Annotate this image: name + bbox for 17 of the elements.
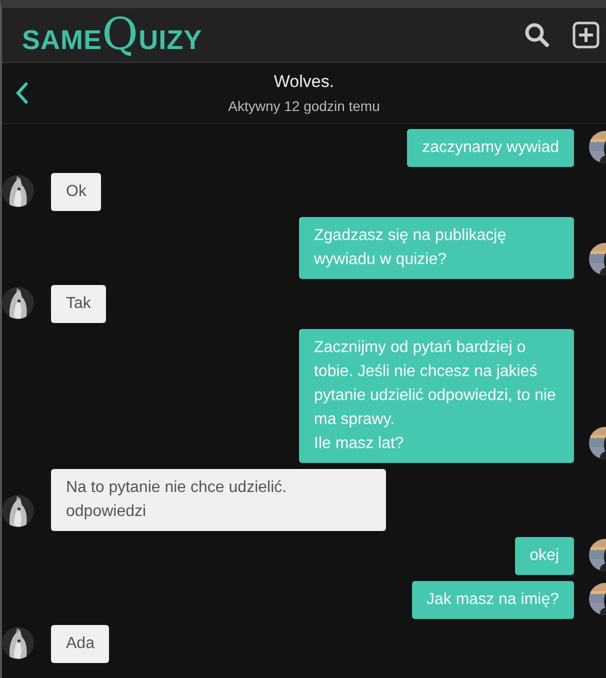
message-bubble: okej	[514, 537, 574, 575]
message-bubble: Ada	[51, 625, 110, 663]
message-bubble: Zgadzasz się na publikację wywiadu w quizie?	[299, 217, 574, 279]
message-bubble: Ok	[51, 173, 102, 211]
back-button[interactable]	[15, 81, 29, 105]
message-bubble: zaczynamy wywiad	[407, 129, 574, 167]
add-button[interactable]	[572, 21, 600, 49]
last-active-status: Aktywny 12 godzin temu	[228, 98, 380, 114]
message-bubble: Jak masz na imię?	[412, 581, 574, 619]
message-bubble: Na to pytanie nie chce udzielić. odpowiedzi	[51, 469, 386, 531]
back-icon	[15, 81, 29, 105]
plus-icon	[572, 21, 600, 49]
message-bubble: Tak	[51, 285, 106, 323]
contact-name: Wolves.	[274, 72, 334, 92]
search-button[interactable]	[524, 22, 550, 48]
search-icon	[524, 22, 550, 48]
message-bubble: Zacznijmy od pytań bardziej o tobie. Jeśli nie chcesz na jakieś pytanie udzielić odpowiedzi, to nie ma sprawy. Ile masz lat?	[299, 329, 574, 463]
